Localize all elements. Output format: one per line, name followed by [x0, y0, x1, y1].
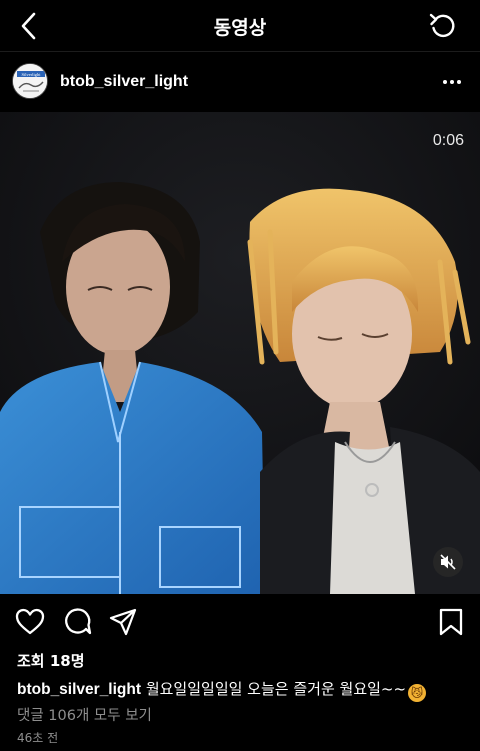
svg-text:Silverlight: Silverlight — [22, 72, 42, 77]
bookmark-icon[interactable] — [438, 608, 464, 636]
speaker-muted-icon — [440, 554, 456, 570]
view-count: 조회 18명 — [17, 652, 85, 670]
post-username[interactable]: btob_silver_light — [60, 73, 188, 91]
action-bar — [0, 594, 480, 648]
video-frame — [0, 112, 480, 594]
caption-text: 월요일일일일일 오늘은 즐거운 월요일~~ — [145, 680, 407, 698]
heart-icon[interactable] — [15, 608, 45, 636]
view-all-comments-link[interactable]: 댓글 106개 모두 보기 — [17, 704, 152, 725]
top-bar: 동영상 — [0, 0, 480, 52]
caption: btob_silver_light 월요일일일일일 오늘은 즐거운 월요일~~ 😼 — [17, 678, 427, 702]
avatar-logo: Silverlight — [13, 64, 47, 98]
send-icon[interactable] — [109, 608, 137, 636]
caption-username[interactable]: btob_silver_light — [17, 681, 141, 698]
more-horizontal-icon[interactable] — [440, 70, 464, 94]
mute-button[interactable] — [433, 547, 463, 577]
post-timestamp: 46초 전 — [17, 731, 59, 745]
avatar[interactable]: Silverlight — [12, 63, 48, 99]
comment-icon[interactable] — [62, 608, 92, 636]
page-title: 동영상 — [213, 17, 267, 39]
video-timer: 0:06 — [432, 132, 464, 149]
cat-emoji-icon: 😼 — [408, 684, 427, 702]
post-header: Silverlight btob_silver_light — [0, 52, 480, 112]
refresh-icon[interactable] — [428, 11, 458, 41]
video-player[interactable]: 0:06 — [0, 112, 480, 594]
